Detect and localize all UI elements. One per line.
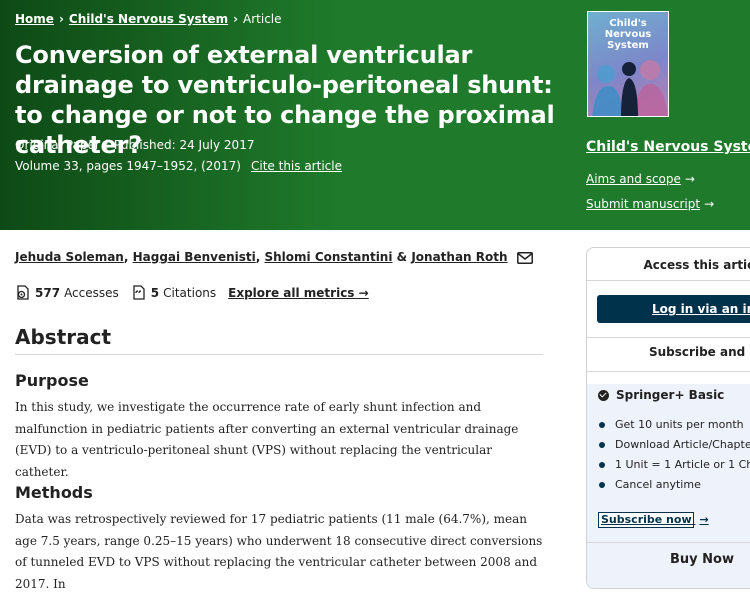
accesses-label: Accesses	[64, 285, 119, 300]
article-type: Original Paper	[15, 138, 100, 152]
breadcrumb-separator: ›	[233, 12, 239, 26]
check-circle-icon	[598, 389, 609, 401]
published-date: Published: 24 July 2017	[113, 138, 255, 152]
author-link[interactable]: Shlomi Constantini	[265, 250, 393, 264]
access-heading: Access this article	[643, 258, 750, 272]
bullet-icon	[599, 461, 605, 468]
divider	[587, 280, 750, 281]
plan-name: Springer+ Basic	[598, 388, 724, 402]
breadcrumb-journal[interactable]: Child's Nervous System	[69, 12, 228, 26]
author-list: Jehuda Soleman, Haggai Benvenisti, Shlom…	[15, 250, 533, 267]
article-header: Home › Child's Nervous System › Article Conv…	[0, 0, 750, 230]
plan-feature: Cancel anytime	[599, 478, 701, 491]
aims-scope-link[interactable]: Aims and scope →	[586, 172, 695, 186]
purpose-heading: Purpose	[15, 371, 89, 390]
subscribe-now-button[interactable]: Subscribe now →	[598, 512, 709, 528]
cite-article-link[interactable]: Cite this article	[251, 159, 342, 173]
citations-icon	[131, 285, 146, 300]
arrow-right-icon: →	[358, 285, 369, 300]
article-volume-line: Volume 33, pages 1947–1952, (2017) Cite t…	[15, 159, 342, 173]
subscribe-heading: Subscribe and save	[649, 345, 750, 359]
accesses-icon	[15, 285, 30, 300]
plan-feature: 1 Unit = 1 Article or 1 Chapter	[599, 458, 750, 471]
breadcrumb-separator: ›	[58, 12, 64, 26]
volume-info: Volume 33, pages 1947–1952, (2017)	[15, 159, 241, 173]
accesses-metric: 577 Accesses	[15, 285, 119, 300]
citations-count: 5	[150, 285, 160, 300]
article-metrics: 577 Accesses 5 Citations Explore all metri…	[15, 285, 369, 300]
journal-name-link[interactable]: Child's Nervous System	[586, 139, 750, 155]
author-link[interactable]: Jonathan Roth	[411, 250, 507, 264]
author-link[interactable]: Haggai Benvenisti	[133, 250, 256, 264]
divider	[587, 542, 750, 543]
methods-text: Data was retrospectively reviewed for 17…	[15, 512, 543, 591]
author-link[interactable]: Jehuda Soleman	[15, 250, 124, 264]
accesses-count: 577	[35, 285, 61, 300]
explore-metrics-link[interactable]: Explore all metrics →	[228, 286, 369, 300]
cover-title: Child's Nervous System	[604, 18, 652, 51]
article-meta: Original Paper | Published: 24 July 2017	[15, 138, 255, 152]
email-icon[interactable]	[516, 252, 533, 267]
breadcrumb-home[interactable]: Home	[15, 12, 54, 26]
arrow-right-icon: →	[704, 197, 715, 211]
breadcrumb-current: Article	[243, 12, 282, 26]
citations-label: Citations	[163, 285, 217, 300]
arrow-right-icon: →	[699, 513, 709, 526]
buy-now-heading: Buy Now	[670, 552, 734, 567]
journal-cover[interactable]: Child's Nervous System	[587, 11, 669, 117]
breadcrumb: Home › Child's Nervous System › Article	[15, 12, 282, 26]
abstract-heading: Abstract	[15, 325, 112, 349]
divider	[587, 371, 750, 372]
access-panel: Access this article Log in via an instit…	[586, 247, 750, 589]
institution-login-button[interactable]: Log in via an institution	[597, 295, 750, 323]
citations-metric: 5 Citations	[131, 285, 216, 300]
arrow-right-icon: →	[684, 172, 695, 186]
divider	[587, 337, 750, 338]
submit-manuscript-link[interactable]: Submit manuscript →	[586, 197, 714, 211]
purpose-text: In this study, we investigate the occurr…	[15, 400, 519, 479]
bullet-icon	[599, 481, 605, 488]
plan-feature: Download Article/Chapter or eBook	[599, 438, 750, 451]
bullet-icon	[599, 441, 605, 448]
divider	[15, 354, 543, 355]
bullet-icon	[599, 421, 605, 428]
methods-heading: Methods	[15, 483, 93, 502]
plan-feature: Get 10 units per month	[599, 418, 744, 431]
